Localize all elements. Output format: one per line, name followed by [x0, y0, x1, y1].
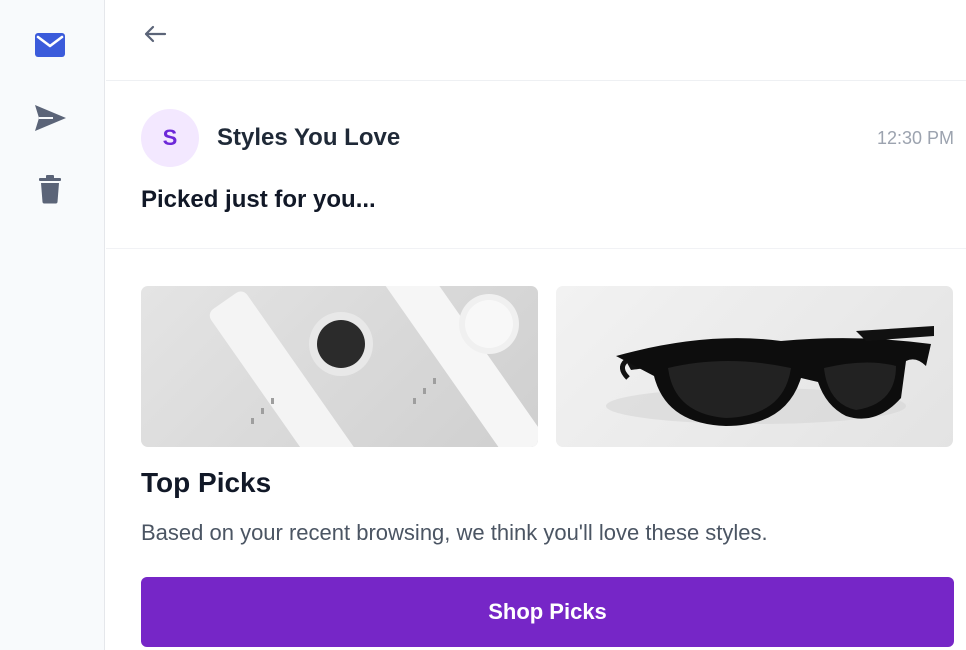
sidebar-item-sent[interactable]: [28, 96, 72, 140]
toolbar: [106, 0, 966, 81]
back-button[interactable]: [141, 22, 169, 50]
sunglasses-image: [556, 286, 953, 447]
sidebar-item-inbox[interactable]: [28, 23, 72, 67]
arrow-left-icon: [143, 24, 167, 49]
sidebar: [0, 0, 105, 650]
email-view: S Styles You Love 12:30 PM Picked just f…: [106, 0, 966, 650]
sidebar-item-trash[interactable]: [28, 167, 72, 211]
avatar: S: [141, 109, 199, 167]
sender-name: Styles You Love: [217, 124, 401, 151]
promo-text: Based on your recent browsing, we think …: [141, 520, 768, 545]
product-images: [141, 286, 953, 447]
shop-picks-button[interactable]: Shop Picks: [141, 577, 954, 647]
email-time: 12:30 PM: [876, 128, 954, 148]
email-header: S Styles You Love 12:30 PM Picked just f…: [106, 81, 966, 249]
send-icon: [33, 103, 67, 133]
promo-title: Top Picks: [141, 467, 272, 498]
mail-icon: [34, 32, 66, 58]
app-window: S Styles You Love 12:30 PM Picked just f…: [0, 0, 966, 650]
trash-icon: [38, 174, 62, 204]
email-subject: Picked just for you...: [141, 186, 376, 213]
watches-image: [141, 286, 538, 447]
